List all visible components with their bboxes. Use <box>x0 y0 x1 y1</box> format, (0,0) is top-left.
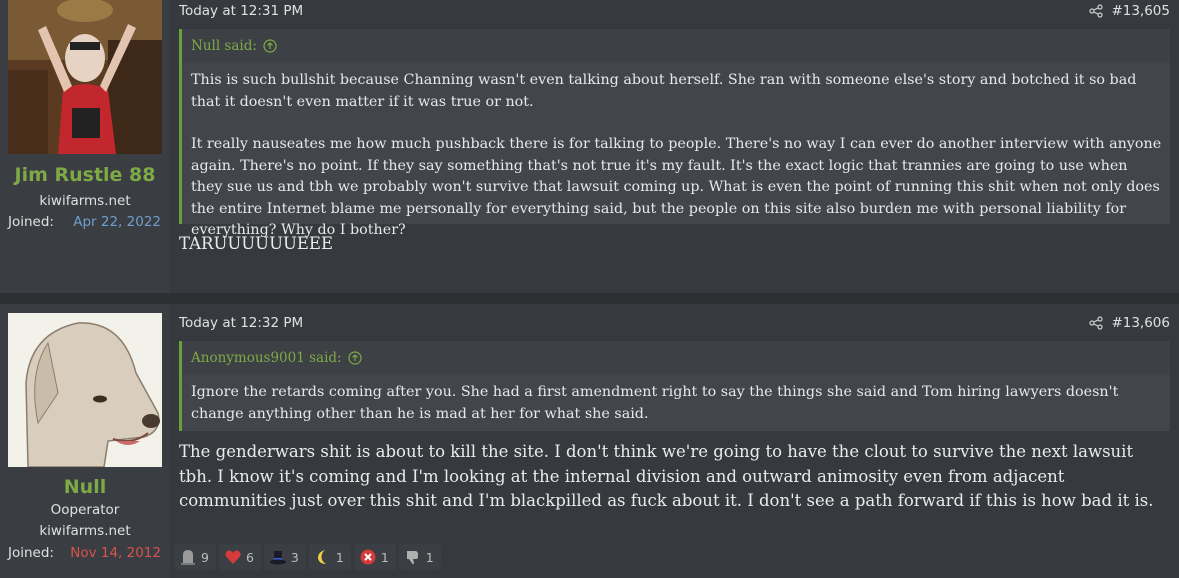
avatar[interactable] <box>8 313 162 467</box>
share-icon[interactable] <box>1089 316 1104 330</box>
reaction-count: 1 <box>425 549 434 565</box>
quote-body: This is such bullshit because Channing w… <box>191 70 1162 242</box>
post-main: Today at 12:32 PM #13,606 Anonymous9001 … <box>170 304 1179 578</box>
reaction-count: 6 <box>245 549 254 565</box>
username[interactable]: Jim Rustle 88 <box>0 164 170 186</box>
joined-date: Nov 14, 2012 <box>70 545 161 561</box>
post-13605: Jim Rustle 88 kiwifarms.net Joined: Apr … <box>0 0 1179 293</box>
post-body: TARUUUUUUEEE <box>179 234 334 253</box>
moon-icon <box>317 550 326 564</box>
user-sidebar: Jim Rustle 88 kiwifarms.net Joined: Apr … <box>0 0 170 293</box>
reaction-bar: 9 6 3 1 1 1 <box>174 544 441 570</box>
quote-author[interactable]: Null said: <box>191 38 257 54</box>
arrow-up-circle-icon[interactable] <box>347 350 362 365</box>
post-timestamp[interactable]: Today at 12:31 PM <box>179 3 303 19</box>
top-hat-icon <box>269 551 286 565</box>
reaction-thumbs-down[interactable]: 1 <box>398 544 441 570</box>
reaction-count: 9 <box>201 549 209 565</box>
quote-header[interactable]: Anonymous9001 said: <box>182 341 1170 374</box>
post-body: The genderwars shit is about to kill the… <box>179 442 1154 510</box>
thumbs-down-icon <box>406 551 418 565</box>
user-title: kiwifarms.net <box>39 193 131 209</box>
reaction-count: 1 <box>380 549 389 565</box>
quote-paragraph: Ignore the retards coming after you. She… <box>191 384 1119 422</box>
post-meta: #13,606 <box>1089 315 1170 331</box>
post-main: Today at 12:31 PM #13,605 Null said: Thi… <box>170 0 1179 293</box>
post-number[interactable]: #13,606 <box>1111 315 1170 331</box>
joined-label: Joined: <box>8 545 54 561</box>
post-meta: #13,605 <box>1089 3 1170 19</box>
reaction-top-hat[interactable]: 3 <box>263 544 306 570</box>
user-title: Ooperator <box>50 502 120 518</box>
post-timestamp[interactable]: Today at 12:32 PM <box>179 315 303 331</box>
reaction-moon[interactable]: 1 <box>308 544 351 570</box>
arrow-up-circle-icon[interactable] <box>263 38 277 53</box>
avatar[interactable] <box>8 0 162 154</box>
quote-paragraph: It really nauseates me how much pushback… <box>191 136 1162 238</box>
quote-body: Ignore the retards coming after you. She… <box>191 382 1162 425</box>
post-number[interactable]: #13,605 <box>1111 3 1170 19</box>
username[interactable]: Null <box>0 476 170 498</box>
reaction-x-mark[interactable]: 1 <box>353 544 396 570</box>
reaction-count: 3 <box>290 549 299 565</box>
joined-date: Apr 22, 2022 <box>73 214 161 230</box>
quote-block: Anonymous9001 said: Ignore the retards c… <box>179 341 1170 431</box>
post-13606: Null Ooperator kiwifarms.net Joined: Nov… <box>0 304 1179 578</box>
heart-icon <box>225 550 241 564</box>
user-site: kiwifarms.net <box>39 523 131 539</box>
quote-block: Null said: This is such bullshit because… <box>179 29 1170 238</box>
user-sidebar: Null Ooperator kiwifarms.net Joined: Nov… <box>0 304 170 578</box>
reaction-count: 1 <box>335 549 344 565</box>
reaction-heart[interactable]: 6 <box>218 544 261 570</box>
x-mark-icon <box>360 549 376 565</box>
joined-label: Joined: <box>8 214 54 230</box>
reaction-tombstone[interactable]: 9 <box>174 544 216 570</box>
quote-header[interactable]: Null said: <box>182 29 1170 62</box>
share-icon[interactable] <box>1089 4 1104 18</box>
quote-paragraph: This is such bullshit because Channing w… <box>191 72 1137 110</box>
quote-author[interactable]: Anonymous9001 said: <box>191 350 342 366</box>
tombstone-icon <box>181 550 195 565</box>
